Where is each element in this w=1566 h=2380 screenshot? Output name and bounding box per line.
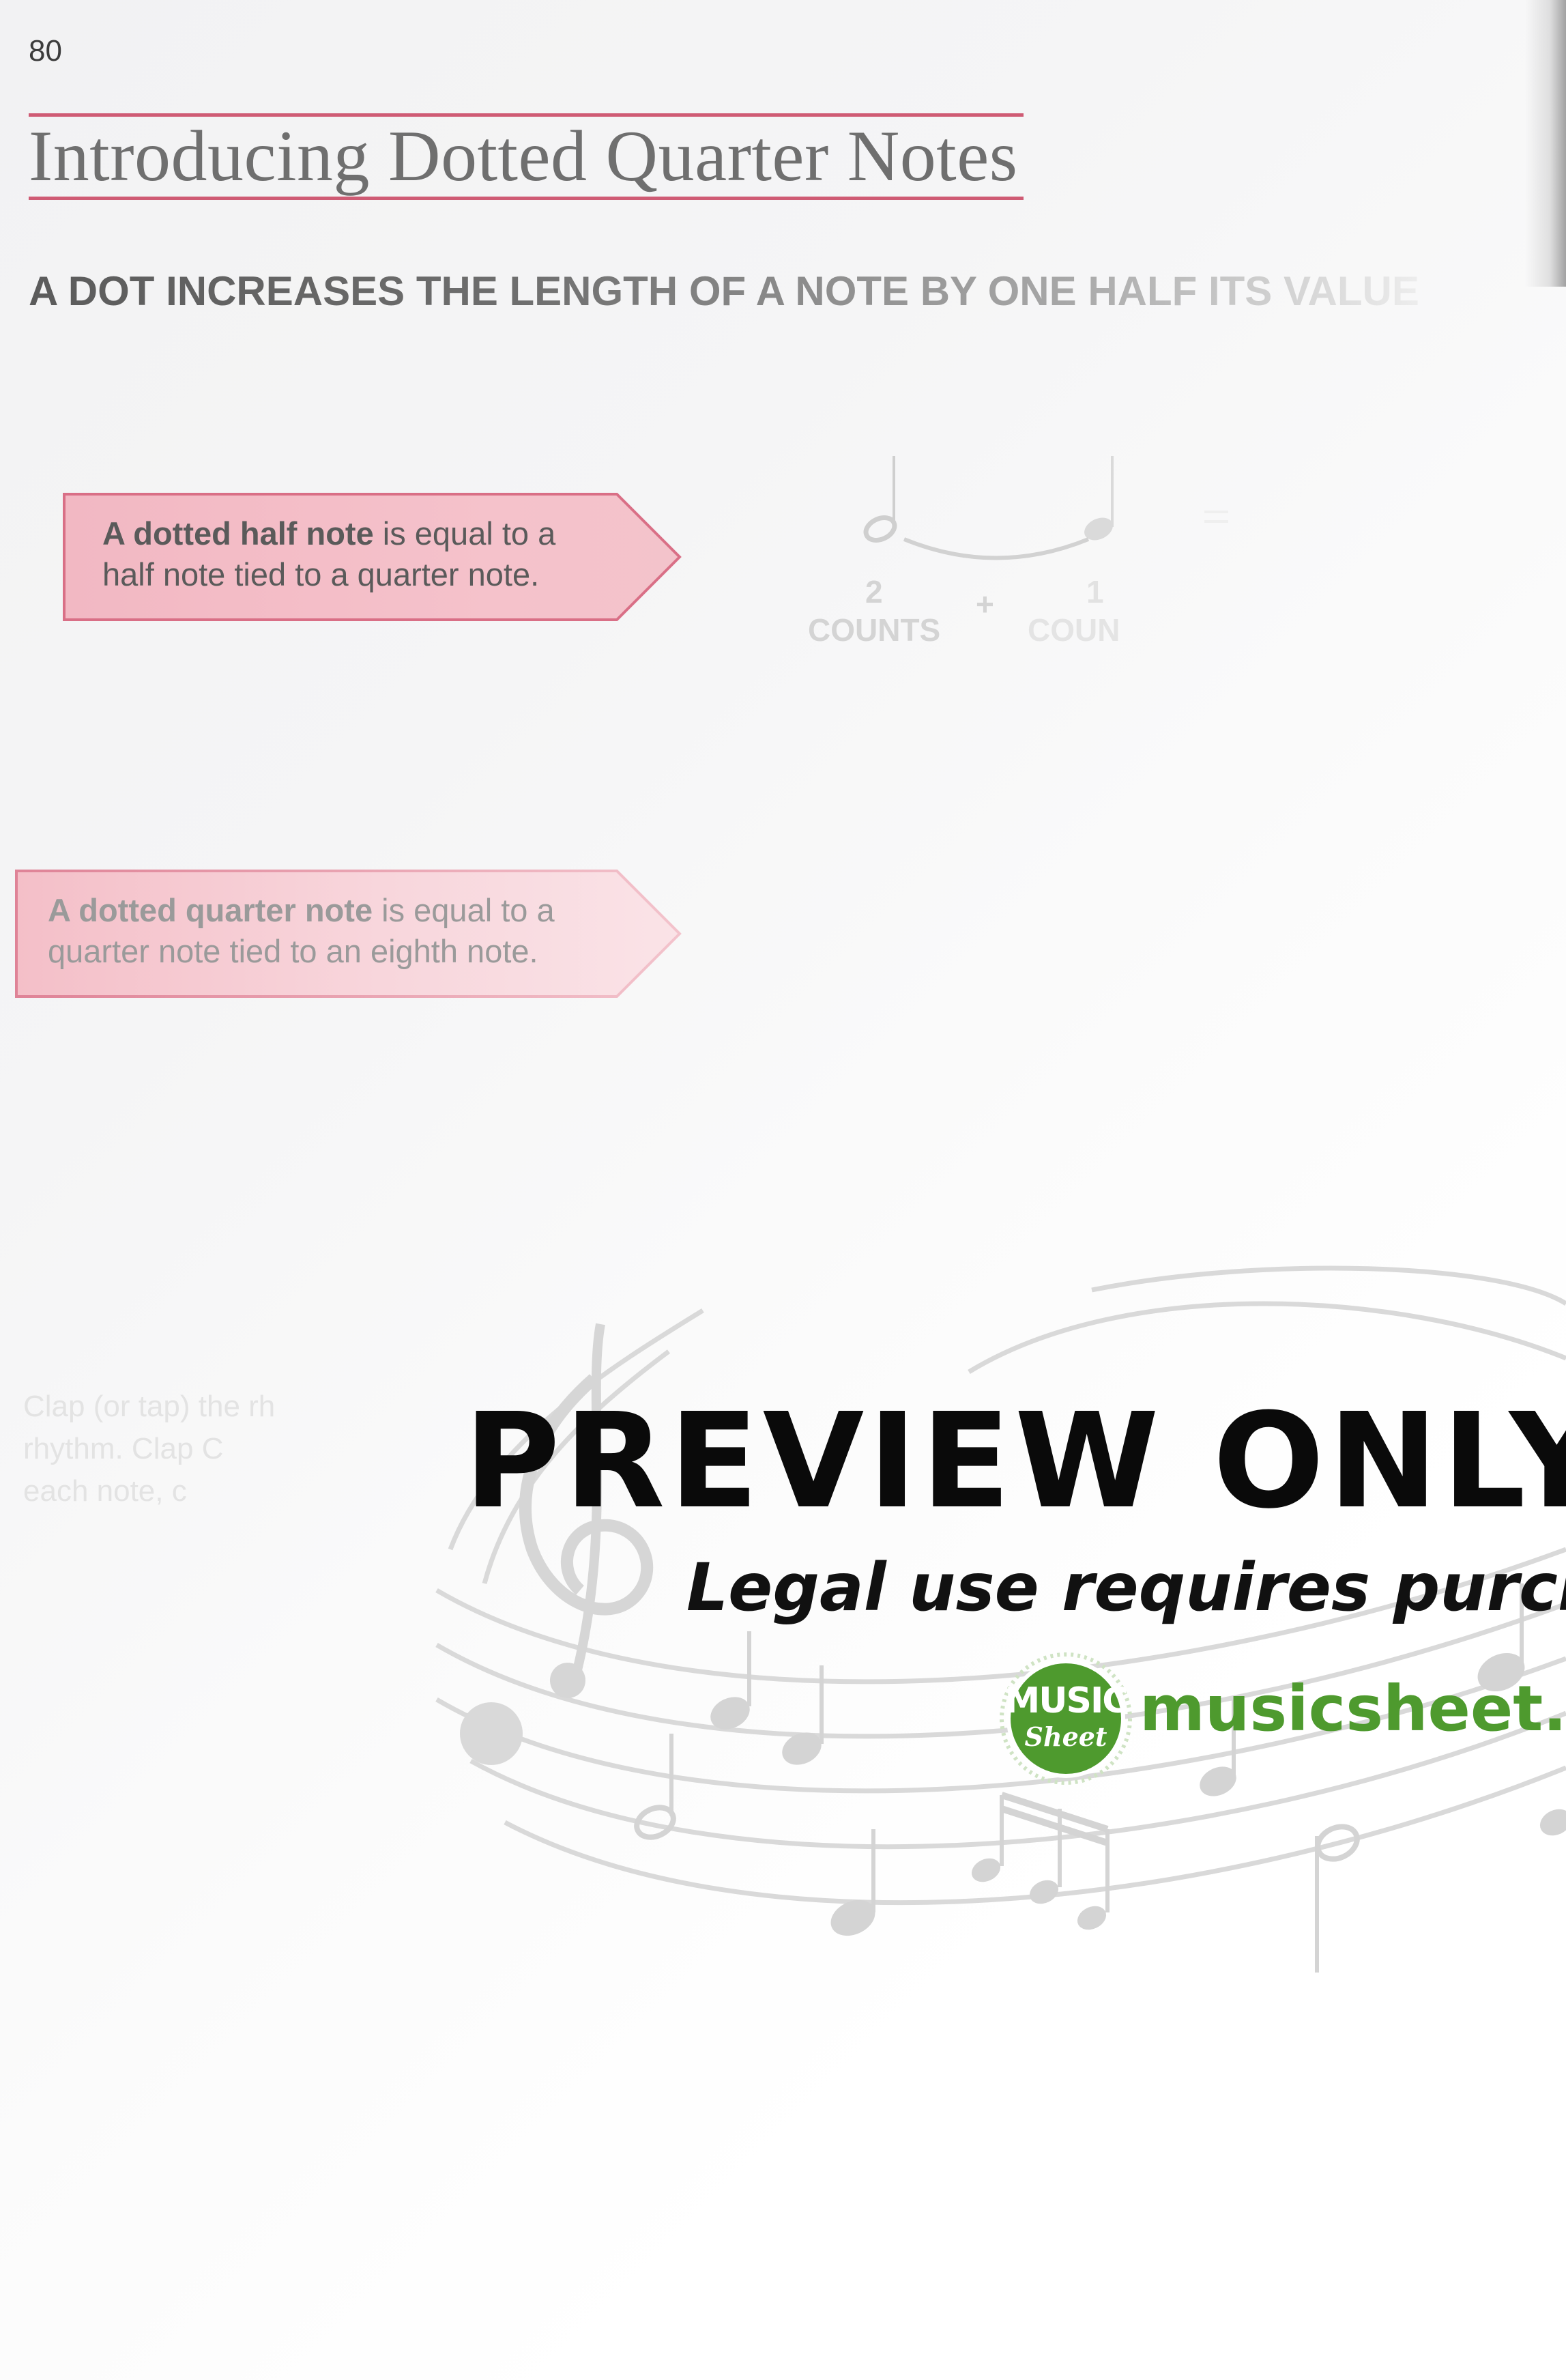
title-rule-bottom — [29, 197, 1024, 200]
callout-bold: A dotted quarter note — [48, 892, 373, 928]
dotted-quarter-note-callout: A dotted quarter note is equal to a quar… — [15, 870, 685, 998]
callout-line1: is equal to a — [373, 892, 555, 928]
right-count-number: 1 — [1086, 574, 1104, 610]
dot-rule-heading: A DOT INCREASES THE LENGTH OF A NOTE BY … — [29, 268, 1419, 314]
left-count-number: 2 — [865, 574, 883, 610]
logo-sheet-text: Sheet — [1024, 1721, 1107, 1752]
callout-line2: quarter note tied to an eighth note. — [48, 933, 538, 969]
clap-instructions: Clap (or tap) the rh rhythm. Clap C each… — [23, 1390, 276, 1508]
music-sheet-logo-icon: MUSIC Sheet — [998, 1650, 1134, 1787]
left-count-label: COUNTS — [808, 612, 941, 648]
preview-only-watermark: PREVIEW ONLY — [464, 1386, 1566, 1538]
page-edge-shadow — [1525, 0, 1566, 287]
logo-music-text: MUSIC — [1004, 1680, 1129, 1721]
plus-sign: + — [976, 586, 994, 622]
callout-text: A dotted quarter note is equal to a quar… — [48, 890, 555, 972]
page-number: 80 — [29, 34, 62, 68]
callout-bold: A dotted half note — [102, 515, 374, 551]
page-title: Introducing Dotted Quarter Notes — [29, 116, 1018, 196]
musicsheet-site-link[interactable]: musicsheet.org — [1140, 1672, 1566, 1745]
callout-line1: is equal to a — [373, 515, 556, 551]
right-count-label: COUN — [1028, 612, 1120, 648]
dotted-half-note-callout: A dotted half note is equal to a half no… — [63, 493, 685, 621]
tied-notes-illustration: 2 COUNTS + 1 COUN — [792, 437, 1269, 662]
callout-text: A dotted half note is equal to a half no… — [102, 513, 555, 595]
sheet-music-page: 80 Introducing Dotted Quarter Notes A DO… — [0, 0, 1566, 2380]
callout-line2: half note tied to a quarter note. — [102, 556, 540, 592]
music-notes-watermark-art — [435, 1265, 1566, 1973]
legal-use-notice: Legal use requires purchase — [686, 1549, 1566, 1626]
